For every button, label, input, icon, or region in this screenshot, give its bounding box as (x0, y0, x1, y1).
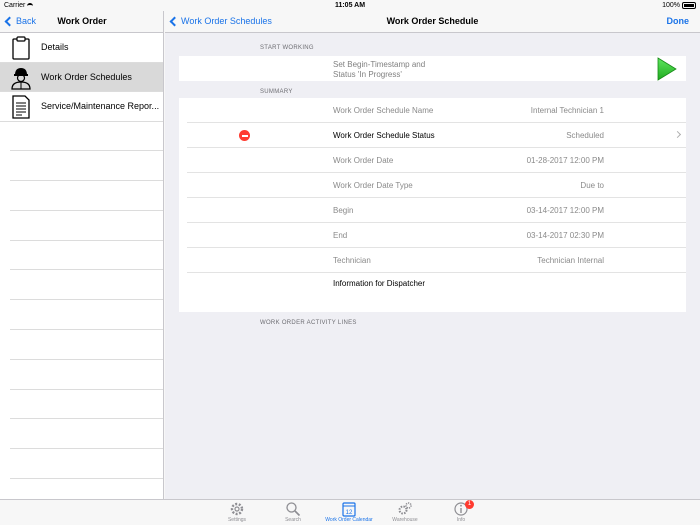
section-header-activity-lines: WORK ORDER ACTIVITY LINES (260, 320, 357, 326)
row-begin: Begin 03-14-2017 12:00 PM (187, 198, 686, 223)
empty-row (10, 211, 163, 241)
row-schedule-status[interactable]: Work Order Schedule Status Scheduled (187, 123, 686, 148)
info-badge: 1 (465, 500, 474, 509)
menu-item-label: Service/Maintenance Repor... (41, 101, 160, 112)
detail-panel: Work Order Schedules Work Order Schedule… (165, 11, 700, 499)
menu-item-label: Details (41, 42, 69, 53)
empty-row (10, 390, 163, 420)
tab-label: Warehouse (392, 517, 418, 523)
row-label: End (333, 231, 348, 240)
empty-row (10, 360, 163, 390)
tab-label: Settings (227, 517, 247, 523)
empty-row (10, 181, 163, 211)
tab-settings[interactable]: Settings (209, 501, 265, 525)
row-end: End 03-14-2017 02:30 PM (187, 223, 686, 248)
detail-nav-bar: Work Order Schedules Work Order Schedule… (165, 11, 700, 33)
back-to-schedules-button[interactable]: Work Order Schedules (169, 16, 272, 27)
row-label: Work Order Date Type (333, 181, 413, 190)
calendar-icon: 12 (342, 502, 356, 517)
empty-row (10, 419, 163, 450)
menu-item-details[interactable]: Details (0, 33, 163, 63)
tab-label: Info (456, 517, 466, 523)
clock: 11:05 AM (334, 2, 366, 9)
row-label: Information for Dispatcher (333, 279, 426, 288)
tab-work-order-calendar[interactable]: 12 Work Order Calendar (321, 501, 377, 525)
row-value: Technician Internal (537, 256, 604, 265)
row-label: Begin (333, 206, 354, 215)
search-icon (286, 502, 301, 517)
row-schedule-name: Work Order Schedule Name Internal Techni… (187, 98, 686, 123)
row-information-for-dispatcher[interactable]: Information for Dispatcher (187, 273, 686, 312)
row-value: 01-28-2017 12:00 PM (526, 156, 604, 165)
row-work-order-date-type: Work Order Date Type Due to (187, 173, 686, 198)
empty-row (10, 270, 163, 301)
start-working-description: Set Begin-Timestamp and Status 'In Progr… (333, 60, 426, 79)
empty-row (10, 122, 163, 152)
tab-label: Search (285, 517, 301, 523)
svg-text:12: 12 (346, 510, 353, 516)
play-icon[interactable] (654, 57, 678, 81)
gear-icon (230, 502, 244, 516)
empty-row (10, 449, 163, 480)
row-work-order-date: Work Order Date 01-28-2017 12:00 PM (187, 148, 686, 173)
menu-item-work-order-schedules[interactable]: Work Order Schedules (0, 62, 163, 92)
done-button[interactable]: Done (667, 16, 690, 26)
menu-item-service-maintenance-report[interactable]: Service/Maintenance Repor... (0, 92, 163, 122)
row-value: Scheduled (566, 131, 604, 140)
start-working-card: Set Begin-Timestamp and Status 'In Progr… (179, 56, 686, 81)
tab-bar: Settings Search 12 Work Order Calendar W… (0, 499, 700, 525)
master-panel: Back Work Order Details Work Order Sched… (0, 11, 164, 499)
empty-row (10, 151, 163, 182)
empty-row (10, 241, 163, 271)
row-label: Work Order Date (333, 156, 394, 165)
document-icon (12, 95, 30, 119)
back-button[interactable]: Back (4, 16, 36, 27)
empty-row (10, 300, 163, 331)
chevron-left-icon (169, 16, 180, 27)
chevron-left-icon (4, 16, 15, 27)
row-value: 03-14-2017 02:30 PM (526, 231, 604, 240)
tab-warehouse[interactable]: Warehouse (377, 501, 433, 525)
clipboard-icon (12, 36, 30, 60)
summary-card: Work Order Schedule Name Internal Techni… (179, 98, 686, 312)
menu-item-label: Work Order Schedules (41, 71, 132, 82)
row-label: Work Order Schedule Name (333, 106, 434, 115)
row-value: 03-14-2017 12:00 PM (526, 206, 604, 215)
section-header-start-working: START WORKING (260, 45, 314, 51)
row-value: Internal Technician 1 (530, 106, 604, 115)
technician-icon (11, 67, 31, 90)
battery-percent: 100% (662, 2, 680, 9)
row-label: Work Order Schedule Status (333, 131, 435, 140)
warehouse-gears-icon (398, 502, 412, 515)
battery-icon (682, 2, 696, 9)
chevron-right-icon (673, 130, 682, 139)
tab-label: Work Order Calendar (325, 517, 373, 523)
master-nav-bar: Back Work Order (0, 11, 163, 33)
row-value: Due to (580, 181, 604, 190)
row-label: Technician (333, 256, 371, 265)
delete-status-icon[interactable] (239, 130, 250, 141)
tab-search[interactable]: Search (265, 501, 321, 525)
empty-row (10, 330, 163, 360)
status-bar: Carrier 11:05 AM 100% (0, 0, 700, 11)
section-header-summary: SUMMARY (260, 89, 293, 95)
row-technician: Technician Technician Internal (187, 248, 686, 273)
tab-info[interactable]: 1 Info (433, 500, 489, 525)
